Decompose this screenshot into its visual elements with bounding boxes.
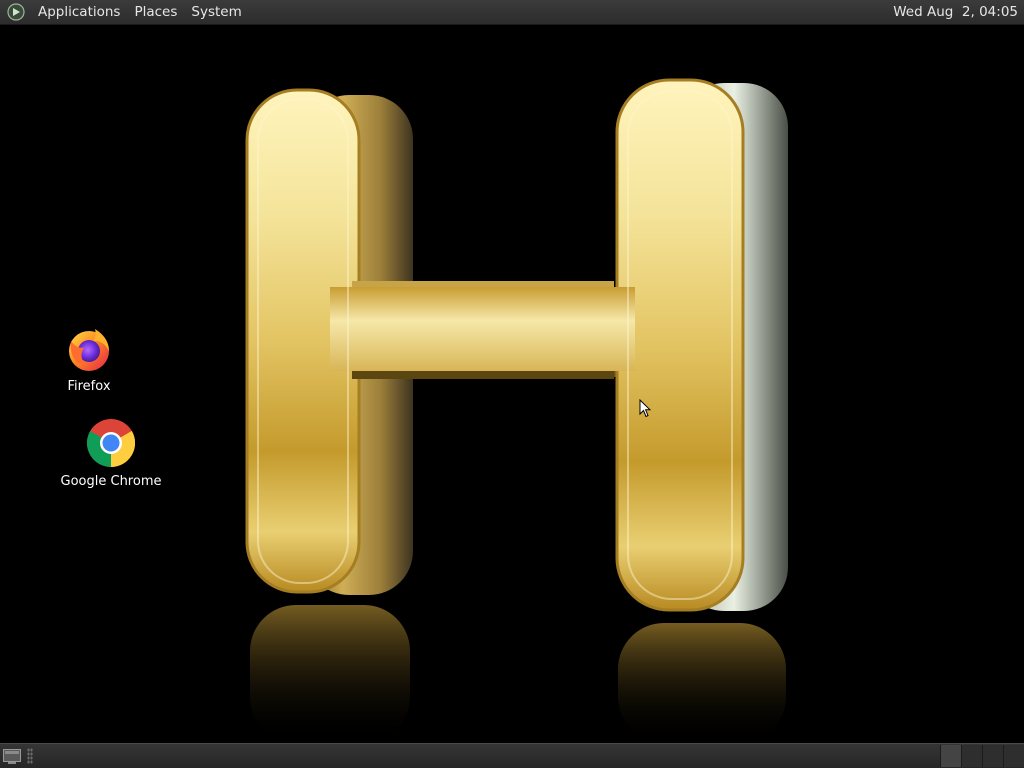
workspace-2[interactable] — [961, 745, 982, 767]
workspace-4[interactable] — [1003, 745, 1024, 767]
firefox-launcher[interactable]: Firefox — [52, 325, 126, 394]
workspace-switcher — [940, 745, 1024, 767]
desktop-screen: Applications Places System Wed Aug 2, 04… — [0, 0, 1024, 768]
mouse-pointer-icon — [639, 399, 651, 418]
show-desktop-icon[interactable] — [2, 747, 22, 765]
workspace-3[interactable] — [982, 745, 1003, 767]
firefox-label: Firefox — [67, 379, 111, 394]
clock[interactable]: Wed Aug 2, 04:05 — [893, 0, 1018, 24]
bottom-panel — [0, 743, 1024, 768]
chrome-label: Google Chrome — [60, 474, 162, 489]
firefox-icon — [69, 329, 109, 371]
places-menu[interactable]: Places — [127, 0, 184, 24]
applications-menu[interactable]: Applications — [31, 0, 127, 24]
chrome-launcher[interactable]: Google Chrome — [56, 418, 166, 489]
system-menu[interactable]: System — [184, 0, 248, 24]
menu-logo-icon[interactable] — [7, 3, 25, 21]
top-panel: Applications Places System Wed Aug 2, 04… — [0, 0, 1024, 25]
wallpaper-gold-h — [245, 78, 788, 743]
workspace-1[interactable] — [940, 745, 961, 767]
panel-grip[interactable] — [27, 748, 33, 764]
chrome-icon — [86, 419, 136, 467]
